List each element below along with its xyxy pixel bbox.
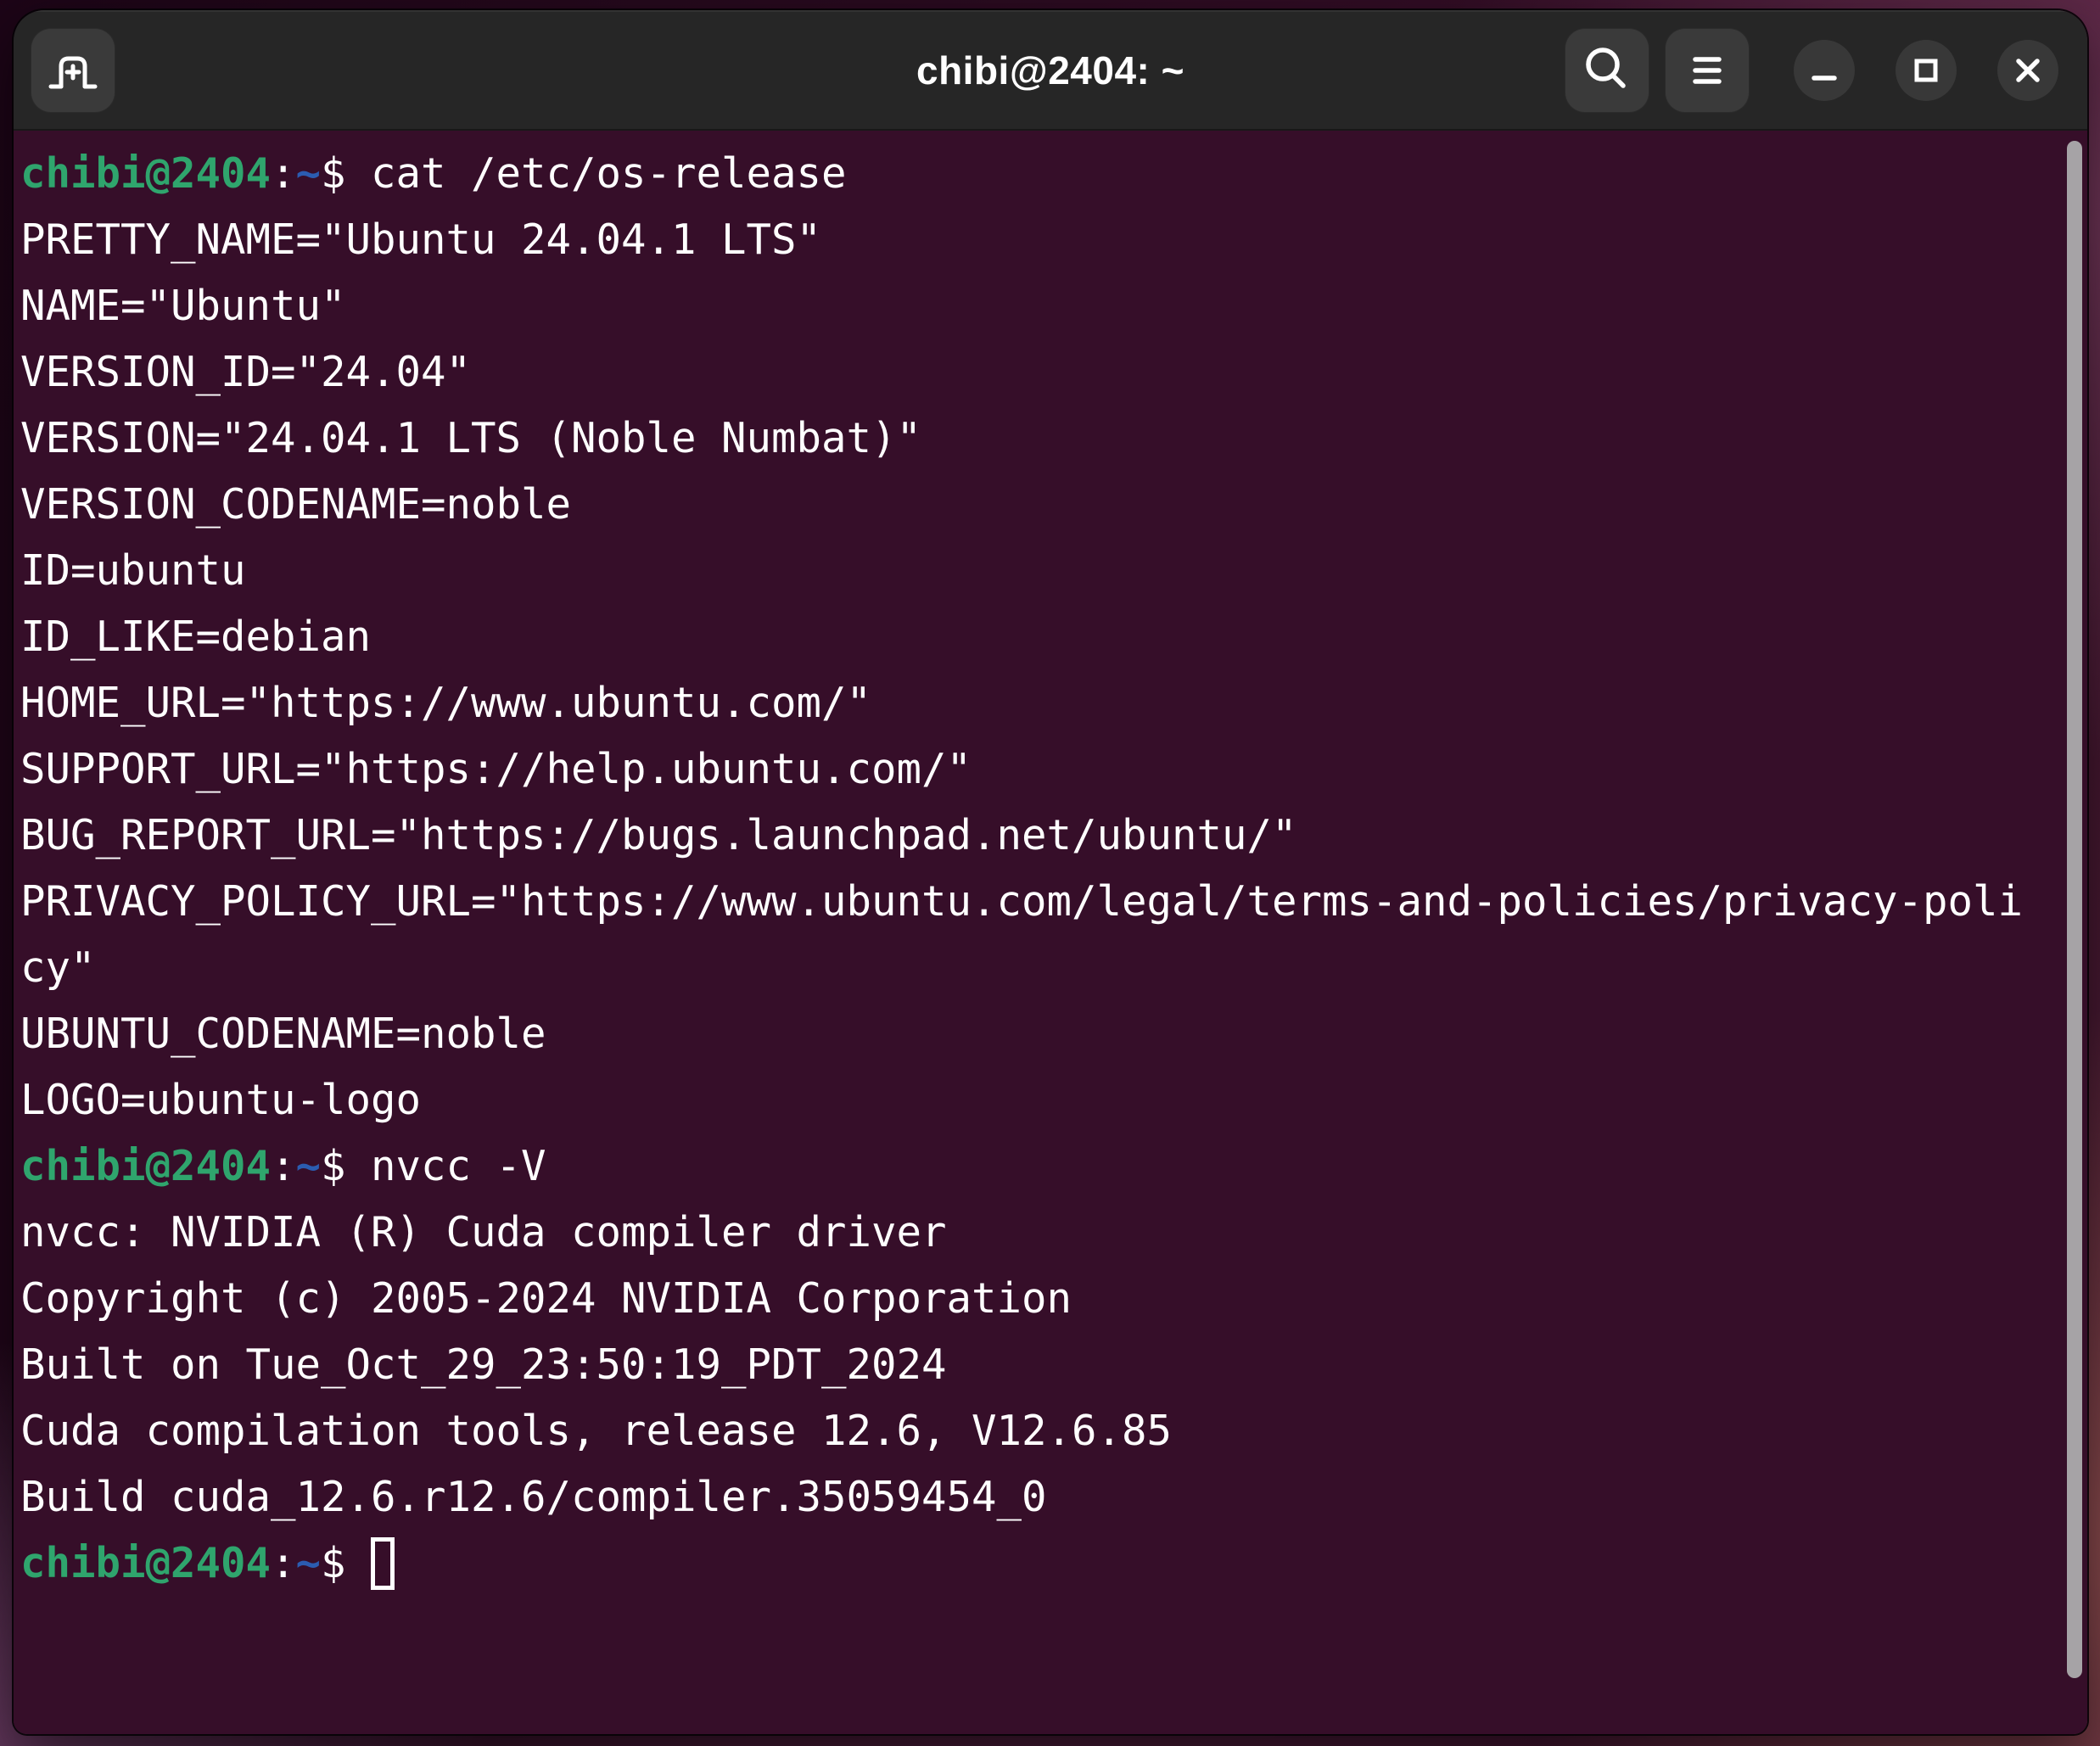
maximize-button[interactable]: [1896, 40, 1957, 101]
terminal-text-segment: HOME_URL="https://www.ubuntu.com/": [20, 679, 871, 727]
terminal-text-segment: PRETTY_NAME="Ubuntu 24.04.1 LTS": [20, 215, 821, 264]
terminal-text-segment: Cuda compilation tools, release 12.6, V1…: [20, 1407, 1172, 1455]
terminal-text-segment: ~: [296, 1539, 322, 1587]
minimize-button[interactable]: [1794, 40, 1855, 101]
terminal-line: Cuda compilation tools, release 12.6, V1…: [20, 1398, 2053, 1464]
terminal-cursor: [371, 1537, 395, 1590]
terminal-text-segment: Build cuda_12.6.r12.6/compiler.35059454_…: [20, 1473, 1047, 1521]
terminal-screen[interactable]: chibi@2404:~$ cat /etc/os-releasePRETTY_…: [14, 131, 2087, 1734]
menu-icon: [1665, 28, 1750, 113]
terminal-line: chibi@2404:~$ nvcc -V: [20, 1133, 2053, 1200]
terminal-text-segment: VERSION_ID="24.04": [20, 348, 471, 396]
terminal-text-segment: ID=ubuntu: [20, 546, 246, 595]
terminal-text-segment: chibi@2404: [20, 1539, 271, 1587]
scrollbar-thumb[interactable]: [2067, 141, 2082, 1678]
terminal-line: Copyright (c) 2005-2024 NVIDIA Corporati…: [20, 1266, 2053, 1332]
terminal-line: UBUNTU_CODENAME=noble: [20, 1001, 2053, 1067]
terminal-line: HOME_URL="https://www.ubuntu.com/": [20, 670, 2053, 736]
terminal-line: PRIVACY_POLICY_URL="https://www.ubuntu.c…: [20, 869, 2053, 935]
terminal-text-segment: $ nvcc -V: [321, 1142, 546, 1190]
terminal-text-segment: chibi@2404: [20, 1142, 271, 1190]
new-tab-button[interactable]: [31, 28, 115, 113]
terminal-line: SUPPORT_URL="https://help.ubuntu.com/": [20, 736, 2053, 803]
terminal-line: chibi@2404:~$ cat /etc/os-release: [20, 141, 2053, 207]
terminal-text-segment: UBUNTU_CODENAME=noble: [20, 1010, 546, 1058]
terminal-line: chibi@2404:~$: [20, 1531, 2053, 1597]
terminal-text-segment: NAME="Ubuntu": [20, 282, 346, 330]
terminal-text-segment: VERSION="24.04.1 LTS (Noble Numbat)": [20, 414, 921, 462]
search-button[interactable]: [1565, 28, 1649, 113]
terminal-text-segment: :: [271, 1142, 296, 1190]
terminal-line: ID=ubuntu: [20, 538, 2053, 604]
terminal-line: ID_LIKE=debian: [20, 604, 2053, 670]
terminal-line: PRETTY_NAME="Ubuntu 24.04.1 LTS": [20, 207, 2053, 273]
terminal-lines: chibi@2404:~$ cat /etc/os-releasePRETTY_…: [14, 131, 2087, 1597]
terminal-text-segment: Copyright (c) 2005-2024 NVIDIA Corporati…: [20, 1274, 1072, 1323]
terminal-line: BUG_REPORT_URL="https://bugs.launchpad.n…: [20, 803, 2053, 869]
menu-button[interactable]: [1665, 28, 1750, 113]
terminal-line: VERSION_CODENAME=noble: [20, 472, 2053, 538]
terminal-text-segment: $ cat /etc/os-release: [321, 149, 847, 198]
terminal-text-segment: chibi@2404: [20, 149, 271, 198]
terminal-line: nvcc: NVIDIA (R) Cuda compiler driver: [20, 1200, 2053, 1266]
terminal-text-segment: nvcc: NVIDIA (R) Cuda compiler driver: [20, 1208, 947, 1256]
minimize-icon: [1794, 40, 1855, 101]
terminal-text-segment: $: [321, 1539, 371, 1587]
search-icon: [1565, 28, 1649, 113]
titlebar[interactable]: chibi@2404: ~: [14, 10, 2087, 131]
terminal-text-segment: SUPPORT_URL="https://help.ubuntu.com/": [20, 745, 972, 793]
terminal-text-segment: cy": [20, 943, 96, 992]
terminal-text-segment: ~: [296, 149, 322, 198]
terminal-line: NAME="Ubuntu": [20, 273, 2053, 339]
maximize-icon: [1896, 40, 1957, 101]
new-tab-icon: [31, 28, 115, 113]
terminal-text-segment: BUG_REPORT_URL="https://bugs.launchpad.n…: [20, 811, 1297, 859]
terminal-line: LOGO=ubuntu-logo: [20, 1067, 2053, 1133]
close-button[interactable]: [1997, 40, 2058, 101]
terminal-text-segment: :: [271, 1539, 296, 1587]
terminal-text-segment: VERSION_CODENAME=noble: [20, 480, 571, 529]
terminal-window: chibi@2404: ~: [14, 10, 2087, 1734]
terminal-line: Build cuda_12.6.r12.6/compiler.35059454_…: [20, 1464, 2053, 1531]
terminal-line: VERSION_ID="24.04": [20, 339, 2053, 406]
terminal-text-segment: LOGO=ubuntu-logo: [20, 1076, 421, 1124]
terminal-text-segment: ID_LIKE=debian: [20, 613, 371, 661]
terminal-text-segment: PRIVACY_POLICY_URL="https://www.ubuntu.c…: [20, 877, 2023, 926]
terminal-text-segment: ~: [296, 1142, 322, 1190]
terminal-line: cy": [20, 935, 2053, 1001]
close-icon: [1997, 40, 2058, 101]
terminal-text-segment: :: [271, 149, 296, 198]
terminal-text-segment: Built on Tue_Oct_29_23:50:19_PDT_2024: [20, 1340, 947, 1389]
terminal-line: Built on Tue_Oct_29_23:50:19_PDT_2024: [20, 1332, 2053, 1398]
terminal-line: VERSION="24.04.1 LTS (Noble Numbat)": [20, 406, 2053, 472]
